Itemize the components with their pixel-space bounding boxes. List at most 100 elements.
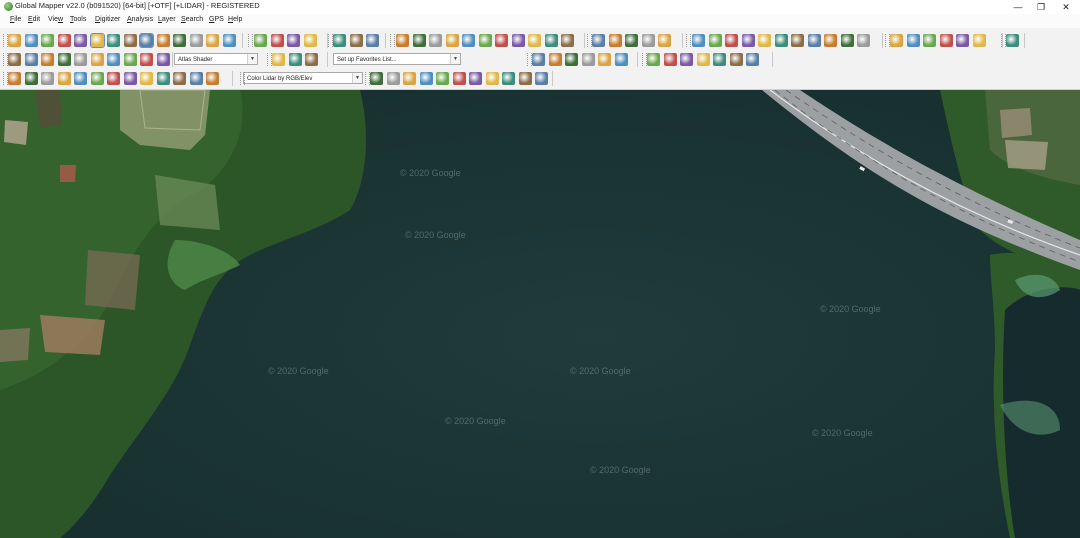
home-icon[interactable] <box>469 72 482 85</box>
home-icon[interactable] <box>157 53 170 66</box>
terrain-icon[interactable] <box>532 53 545 66</box>
gps-icon[interactable] <box>582 53 595 66</box>
pan-icon[interactable] <box>403 72 416 85</box>
wrench-icon[interactable] <box>74 34 87 47</box>
home-icon[interactable] <box>512 34 525 47</box>
menu-search[interactable]: Search <box>181 16 203 23</box>
globe-icon[interactable] <box>25 34 38 47</box>
back-icon[interactable] <box>453 72 466 85</box>
terrain-icon[interactable] <box>254 34 267 47</box>
zoom-in-icon[interactable] <box>462 34 475 47</box>
info-icon[interactable] <box>545 34 558 47</box>
pan-icon[interactable] <box>446 34 459 47</box>
toolbar-grip[interactable] <box>390 34 395 47</box>
open-folder-icon[interactable] <box>333 34 346 47</box>
zoom-out-icon[interactable] <box>746 53 759 66</box>
home-icon[interactable] <box>841 34 854 47</box>
menu-tools[interactable]: Tools <box>70 16 86 23</box>
pencil-icon[interactable] <box>857 34 870 47</box>
pencil-icon[interactable] <box>41 72 54 85</box>
gps-icon[interactable] <box>973 34 986 47</box>
info-icon[interactable] <box>890 34 903 47</box>
shader-select[interactable]: Atlas Shader ▼ <box>174 53 258 65</box>
menu-help[interactable]: Help <box>228 16 242 23</box>
close-button[interactable]: ✕ <box>1053 0 1079 14</box>
back-icon[interactable] <box>140 53 153 66</box>
globe-icon[interactable] <box>692 34 705 47</box>
layers-icon[interactable] <box>58 34 71 47</box>
menu-edit[interactable]: Edit <box>28 16 40 23</box>
save-icon[interactable] <box>41 34 54 47</box>
grid-icon[interactable] <box>74 53 87 66</box>
pan-icon[interactable] <box>713 53 726 66</box>
terrain-icon[interactable] <box>923 34 936 47</box>
wrench-icon[interactable] <box>58 53 71 66</box>
gps-icon[interactable] <box>642 34 655 47</box>
info-icon[interactable] <box>58 72 71 85</box>
path-icon[interactable] <box>271 34 284 47</box>
pan-icon[interactable] <box>107 34 120 47</box>
grid-icon[interactable] <box>429 34 442 47</box>
toolbar-grip[interactable] <box>686 34 691 47</box>
info-icon[interactable] <box>206 34 219 47</box>
tree-icon[interactable] <box>565 53 578 66</box>
tree-icon[interactable] <box>956 34 969 47</box>
pencil-icon[interactable] <box>528 34 541 47</box>
open-folder-icon[interactable] <box>598 53 611 66</box>
tree-icon[interactable] <box>625 34 638 47</box>
zoom-out-icon[interactable] <box>124 53 137 66</box>
open-folder-icon[interactable] <box>8 34 21 47</box>
back-icon[interactable] <box>495 34 508 47</box>
zoom-in-icon[interactable] <box>420 72 433 85</box>
grid-icon[interactable] <box>90 33 105 48</box>
zoom-out-icon[interactable] <box>436 72 449 85</box>
zoom-out-icon[interactable] <box>139 33 154 48</box>
save-icon[interactable] <box>709 34 722 47</box>
grid-icon[interactable] <box>387 72 400 85</box>
terrain-icon[interactable] <box>535 72 548 85</box>
menu-analysis[interactable]: Analysis <box>127 16 153 23</box>
save-icon[interactable] <box>25 53 38 66</box>
measure-icon[interactable] <box>305 53 318 66</box>
home-icon[interactable] <box>173 34 186 47</box>
home-icon[interactable] <box>25 72 38 85</box>
pan-icon[interactable] <box>91 53 104 66</box>
back-icon[interactable] <box>8 72 21 85</box>
zoom-in-icon[interactable] <box>107 53 120 66</box>
layers-icon[interactable] <box>725 34 738 47</box>
toolbar-grip[interactable] <box>240 72 245 85</box>
info-icon[interactable] <box>502 72 515 85</box>
globe-icon[interactable] <box>615 53 628 66</box>
wrench-icon[interactable] <box>742 34 755 47</box>
measure-icon[interactable] <box>74 72 87 85</box>
path-icon[interactable] <box>609 34 622 47</box>
save-icon[interactable] <box>366 34 379 47</box>
tree-icon[interactable] <box>124 72 137 85</box>
favorites-select[interactable]: Set up Favorites List... ▼ <box>333 53 461 65</box>
terrain-icon[interactable] <box>91 72 104 85</box>
layers-icon[interactable] <box>41 53 54 66</box>
terrain-icon[interactable] <box>592 34 605 47</box>
tree-icon[interactable] <box>287 34 300 47</box>
path-icon[interactable] <box>107 72 120 85</box>
pan-icon[interactable] <box>775 34 788 47</box>
zoom-in-icon[interactable] <box>730 53 743 66</box>
menu-gps[interactable]: GPS <box>209 16 224 23</box>
globe-icon[interactable] <box>173 72 186 85</box>
layers-icon[interactable] <box>664 53 677 66</box>
path-icon[interactable] <box>549 53 562 66</box>
zoom-out-icon[interactable] <box>479 34 492 47</box>
zoom-out-icon[interactable] <box>808 34 821 47</box>
wrench-icon[interactable] <box>370 72 383 85</box>
zoom-in-icon[interactable] <box>791 34 804 47</box>
globe-icon[interactable] <box>350 34 363 47</box>
menu-view[interactable]: View <box>48 16 63 23</box>
grid-icon[interactable] <box>758 34 771 47</box>
layers-icon[interactable] <box>206 72 219 85</box>
menu-file[interactable]: File <box>10 16 21 23</box>
pencil-icon[interactable] <box>272 53 285 66</box>
open-folder-icon[interactable] <box>1006 34 1019 47</box>
menu-digitizer[interactable]: Digitizer <box>95 16 120 23</box>
back-icon[interactable] <box>824 34 837 47</box>
grid-icon[interactable] <box>697 53 710 66</box>
